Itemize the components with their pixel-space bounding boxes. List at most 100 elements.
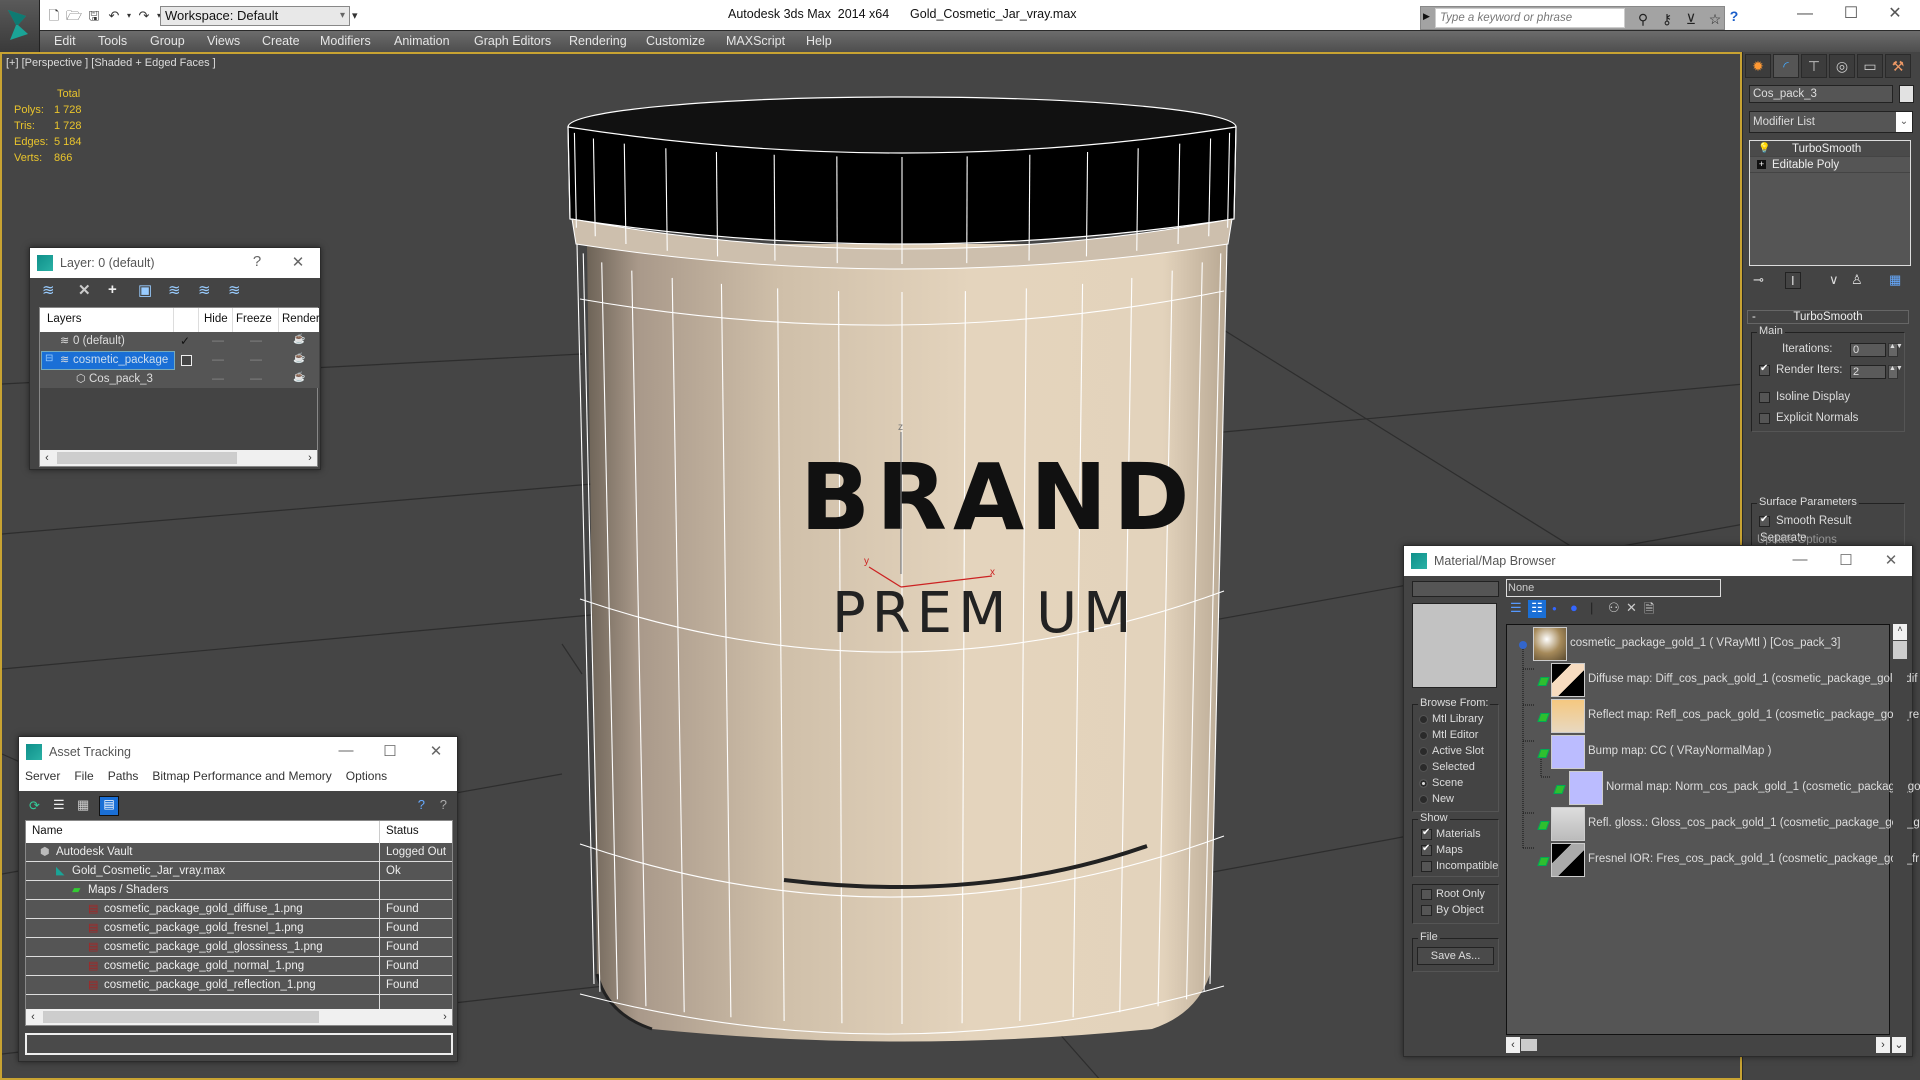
- teapot-render-icon[interactable]: ☕: [293, 334, 305, 345]
- new-icon[interactable]: 🗋: [44, 7, 64, 25]
- material-thumbnail[interactable]: [1533, 627, 1567, 661]
- col-hide[interactable]: Hide: [204, 313, 228, 325]
- minimize-button[interactable]: —: [1788, 551, 1812, 568]
- workspace-dropdown[interactable]: Workspace: Default ▾: [160, 6, 350, 26]
- delete-layer-icon[interactable]: ✕: [78, 281, 91, 299]
- smooth-result-checkbox[interactable]: [1759, 514, 1770, 527]
- checkbox-maps[interactable]: Maps: [1421, 843, 1498, 860]
- remove-modifier-icon[interactable]: ♙: [1851, 272, 1863, 288]
- object-name-field[interactable]: Cos_pack_3: [1749, 85, 1893, 103]
- menu-graph-editors[interactable]: Graph Editors: [474, 34, 551, 48]
- checkbox-materials[interactable]: Materials: [1421, 827, 1498, 844]
- maximize-button[interactable]: ☐: [378, 742, 402, 760]
- search-input[interactable]: Type a keyword or phrase: [1435, 8, 1625, 28]
- binoculars-icon[interactable]: ⚲: [1633, 9, 1653, 29]
- vertical-scrollbar[interactable]: ˄: [1893, 624, 1907, 1035]
- menu-rendering[interactable]: Rendering: [569, 34, 627, 48]
- show-end-result-icon[interactable]: I: [1785, 272, 1801, 289]
- collapse-icon[interactable]: ⊟: [45, 353, 53, 364]
- scroll-left-icon[interactable]: ‹: [26, 1009, 40, 1025]
- list-view-icon[interactable]: ☰: [1510, 600, 1522, 616]
- radio-mtl-editor[interactable]: Mtl Editor: [1419, 729, 1484, 745]
- name-field[interactable]: [1412, 581, 1499, 597]
- menu-create[interactable]: Create: [262, 34, 300, 48]
- tree-view-icon[interactable]: ☷: [1528, 600, 1546, 618]
- col-status[interactable]: Status: [386, 825, 419, 837]
- expand-arrow-icon[interactable]: ▶: [1423, 11, 1430, 22]
- modify-tab-icon[interactable]: ◜: [1773, 54, 1799, 78]
- checkbox-incompatible[interactable]: Incompatible: [1421, 860, 1498, 876]
- explicit-normals-checkbox[interactable]: [1759, 413, 1770, 424]
- col-freeze[interactable]: Freeze: [236, 313, 272, 325]
- hierarchy-tab-icon[interactable]: ⊤: [1801, 54, 1827, 78]
- map-thumbnail[interactable]: [1551, 735, 1585, 769]
- asset-row[interactable]: ▤ cosmetic_package_gold_normal_1.png Found: [26, 957, 452, 976]
- modifier-list-dropdown[interactable]: Modifier List ⌄: [1749, 111, 1913, 133]
- radio-active-slot[interactable]: Active Slot: [1419, 745, 1484, 761]
- radio-selected[interactable]: Selected: [1419, 761, 1484, 777]
- turbosmooth-rollout-header[interactable]: - TurboSmooth: [1747, 310, 1909, 324]
- scroll-down-icon[interactable]: ⌄: [1892, 1037, 1906, 1053]
- checkbox[interactable]: [1421, 888, 1432, 900]
- current-layer-check[interactable]: ✓: [180, 334, 190, 348]
- set-current-layer-icon[interactable]: ≋: [198, 281, 211, 299]
- close-button[interactable]: ✕: [424, 742, 448, 760]
- minimize-button[interactable]: —: [1790, 4, 1820, 24]
- scroll-right-icon[interactable]: ›: [1876, 1037, 1890, 1053]
- create-layer-icon[interactable]: ≋: [42, 281, 55, 299]
- select-objects-icon[interactable]: ▣: [138, 281, 152, 299]
- menu-tools[interactable]: Tools: [98, 34, 127, 48]
- table-view-icon[interactable]: ▤: [99, 796, 119, 816]
- menu-modifiers[interactable]: Modifiers: [320, 34, 371, 48]
- undo-dropdown-icon[interactable]: ▾: [124, 7, 134, 25]
- maximize-button[interactable]: ☐: [1834, 551, 1858, 569]
- checkbox-root-only[interactable]: Root Only: [1421, 888, 1485, 904]
- refresh-icon[interactable]: ⟳: [29, 798, 40, 814]
- key-icon[interactable]: ⚷: [1657, 9, 1677, 29]
- menu-edit[interactable]: Edit: [54, 34, 76, 48]
- viewport-label-menu[interactable]: [+] [Perspective ] [Shaded + Edged Faces…: [6, 57, 216, 69]
- motion-tab-icon[interactable]: ◎: [1829, 54, 1855, 78]
- hide-toggle[interactable]: —: [212, 352, 224, 366]
- map-node[interactable]: Bump map: CC ( VRayNormalMap ): [1588, 745, 1771, 757]
- freeze-toggle[interactable]: —: [250, 333, 262, 347]
- menu-file[interactable]: File: [74, 769, 93, 783]
- context-help-icon[interactable]: ?: [440, 797, 447, 812]
- menu-animation[interactable]: Animation: [394, 34, 450, 48]
- col-render[interactable]: Render: [282, 313, 320, 325]
- render-iters-checkbox[interactable]: [1759, 363, 1770, 376]
- delete-icon[interactable]: ✕: [1626, 600, 1637, 616]
- menu-customize[interactable]: Customize: [646, 34, 705, 48]
- asset-row[interactable]: ▤ cosmetic_package_gold_reflection_1.png F…: [26, 976, 452, 995]
- layer-dialog-titlebar[interactable]: Layer: 0 (default) ? ✕: [30, 248, 320, 278]
- minimize-button[interactable]: —: [334, 742, 358, 759]
- freeze-toggle[interactable]: —: [250, 371, 262, 385]
- close-button[interactable]: ✕: [286, 253, 310, 271]
- layer-row[interactable]: ≋ 0 (default) ✓ — — ☕: [40, 332, 319, 351]
- scroll-thumb[interactable]: [43, 1011, 319, 1023]
- add-to-layer-icon[interactable]: +: [108, 281, 117, 298]
- col-layers[interactable]: Layers: [47, 313, 82, 325]
- teapot-render-icon[interactable]: ☕: [293, 372, 305, 383]
- stack-item-turbosmooth[interactable]: 💡 TurboSmooth: [1750, 141, 1910, 157]
- map-thumbnail[interactable]: [1551, 807, 1585, 841]
- current-layer-checkbox[interactable]: [181, 355, 192, 366]
- menu-server[interactable]: Server: [25, 769, 60, 783]
- undo-icon[interactable]: ↶: [104, 7, 124, 25]
- close-button[interactable]: ✕: [1879, 551, 1903, 569]
- horizontal-scrollbar[interactable]: ‹ ›: [40, 450, 317, 466]
- display-tab-icon[interactable]: ▭: [1857, 54, 1883, 78]
- map-thumbnail[interactable]: [1551, 843, 1585, 877]
- save-as-button[interactable]: Save As...: [1417, 947, 1494, 965]
- map-node[interactable]: Reflect map: Refl_cos_pack_gold_1 (cosme…: [1588, 709, 1919, 721]
- radio-button[interactable]: [1419, 762, 1428, 772]
- radio-new[interactable]: New: [1419, 793, 1484, 809]
- checkbox[interactable]: [1421, 860, 1432, 872]
- star-icon[interactable]: ☆: [1705, 9, 1725, 29]
- map-thumbnail[interactable]: [1569, 771, 1603, 805]
- scroll-thumb[interactable]: [57, 452, 237, 464]
- spinner-arrows-icon[interactable]: ▲▼: [1888, 343, 1903, 357]
- layer-row[interactable]: ⬡ Cos_pack_3 — — ☕: [40, 370, 319, 389]
- redo-icon[interactable]: ↷: [134, 7, 154, 25]
- checkbox[interactable]: [1421, 904, 1432, 916]
